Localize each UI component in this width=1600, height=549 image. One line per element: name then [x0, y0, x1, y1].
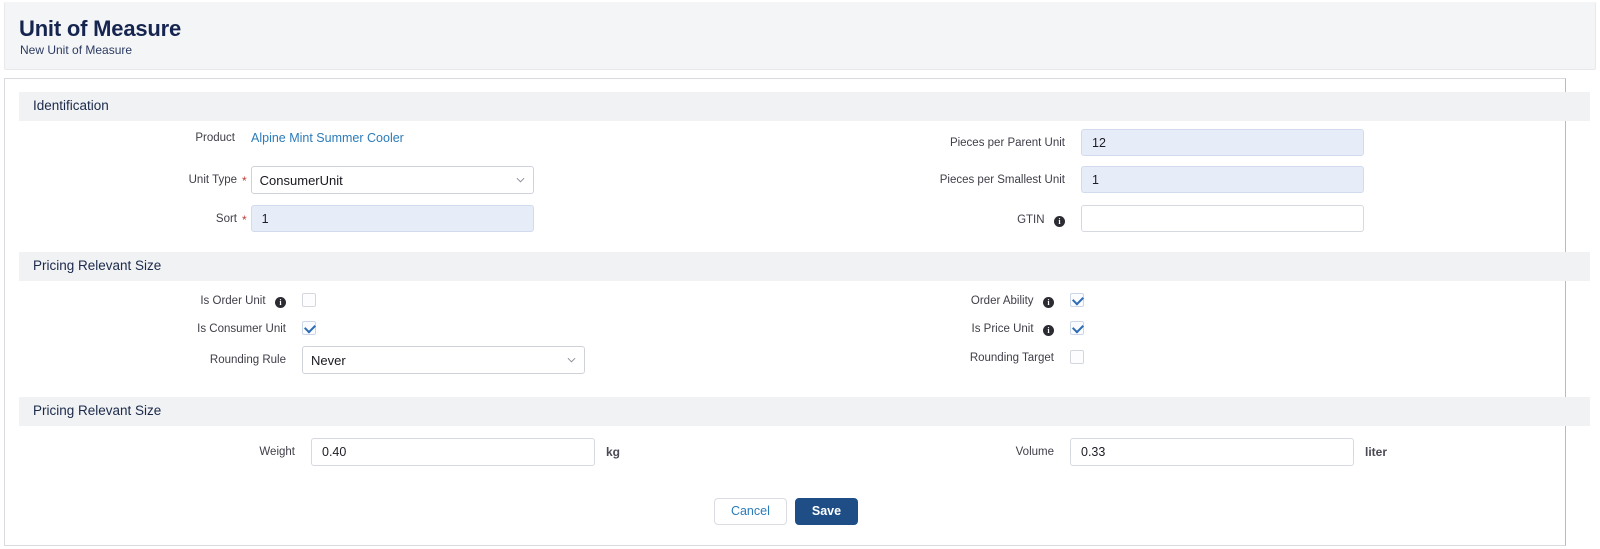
is-consumer-unit-checkbox[interactable]: [302, 321, 316, 335]
field-rounding-rule: Rounding Rule Never: [5, 346, 585, 374]
field-label-order-ability: Order Ability: [970, 295, 1034, 307]
field-label-pieces-per-parent-unit: Pieces per Parent Unit: [949, 136, 1065, 149]
info-icon[interactable]: i: [275, 297, 286, 308]
section-header-identification: Identification: [19, 92, 1590, 121]
volume-input[interactable]: [1070, 438, 1354, 466]
field-product: Product Alpine Mint Summer Cooler: [5, 131, 515, 145]
section-title: Pricing Relevant Size: [33, 258, 162, 273]
form-card: Identification Product Alpine Mint Summe…: [4, 78, 1590, 546]
volume-unit-label: liter: [1365, 445, 1388, 459]
field-rounding-target: Rounding Target: [705, 348, 1084, 366]
is-order-unit-checkbox[interactable]: [302, 293, 316, 307]
save-button[interactable]: Save: [794, 498, 859, 525]
weight-input[interactable]: [311, 438, 595, 466]
form-footer: Cancel Save: [5, 498, 1567, 525]
field-label-rounding-rule: Rounding Rule: [209, 354, 286, 366]
field-label-is-consumer-unit: Is Consumer Unit: [197, 323, 286, 335]
page-subtitle: New Unit of Measure: [20, 43, 133, 57]
gtin-input[interactable]: [1081, 205, 1364, 232]
info-icon[interactable]: i: [1054, 215, 1065, 227]
field-volume: Volume liter: [705, 438, 1387, 466]
weight-unit-label: kg: [606, 445, 621, 459]
field-label-is-order-unit: Is Order Unit: [200, 295, 266, 307]
field-sort: Sort *: [5, 205, 534, 232]
section-header-pricing-relevant-size-1: Pricing Relevant Size: [19, 252, 1590, 281]
section-title: Pricing Relevant Size: [33, 403, 162, 418]
field-label-weight: Weight: [259, 446, 295, 458]
field-label-rounding-target: Rounding Target: [969, 352, 1054, 364]
required-indicator: *: [242, 212, 247, 227]
field-unit-type: Unit Type * ConsumerUnit: [5, 166, 534, 194]
field-label-is-price-unit: Is Price Unit: [971, 323, 1034, 335]
field-label-gtin: GTIN: [1017, 213, 1045, 226]
order-ability-checkbox[interactable]: [1070, 293, 1084, 307]
unit-of-measure-form-page: Unit of Measure New Unit of Measure Iden…: [0, 0, 1600, 549]
field-pieces-per-smallest-unit: Pieces per Smallest Unit: [705, 166, 1364, 193]
product-link[interactable]: Alpine Mint Summer Cooler: [251, 131, 515, 145]
page-header: Unit of Measure New Unit of Measure: [4, 2, 1596, 70]
field-is-consumer-unit: Is Consumer Unit: [5, 319, 316, 337]
field-order-ability: Order Ability i: [705, 291, 1084, 309]
cancel-button[interactable]: Cancel: [713, 498, 787, 525]
field-label-volume: Volume: [1015, 446, 1054, 458]
rounding-target-checkbox[interactable]: [1070, 350, 1084, 364]
field-weight: Weight kg: [5, 438, 620, 466]
info-icon[interactable]: i: [1043, 297, 1054, 308]
is-price-unit-checkbox[interactable]: [1070, 321, 1084, 335]
field-label-unit-type: Unit Type: [188, 174, 237, 186]
section-title: Identification: [33, 98, 109, 113]
pieces-per-smallest-unit-input[interactable]: [1081, 166, 1364, 193]
unit-type-select[interactable]: ConsumerUnit: [250, 166, 534, 194]
field-gtin: GTIN i: [705, 205, 1364, 232]
sort-input[interactable]: [250, 205, 534, 232]
section-header-pricing-relevant-size-2: Pricing Relevant Size: [19, 397, 1590, 426]
field-pieces-per-parent-unit: Pieces per Parent Unit: [705, 129, 1364, 156]
info-icon[interactable]: i: [1043, 325, 1054, 336]
field-is-order-unit: Is Order Unit i: [5, 291, 316, 309]
field-label-sort: Sort: [215, 212, 237, 225]
page-title: Unit of Measure: [19, 16, 182, 41]
pieces-per-parent-unit-input[interactable]: [1081, 129, 1364, 156]
field-label-product: Product: [195, 132, 235, 144]
field-is-price-unit: Is Price Unit i: [705, 319, 1084, 337]
rounding-rule-select[interactable]: Never: [302, 346, 585, 374]
field-label-pieces-per-smallest-unit: Pieces per Smallest Unit: [939, 173, 1065, 186]
required-indicator: *: [242, 174, 247, 188]
